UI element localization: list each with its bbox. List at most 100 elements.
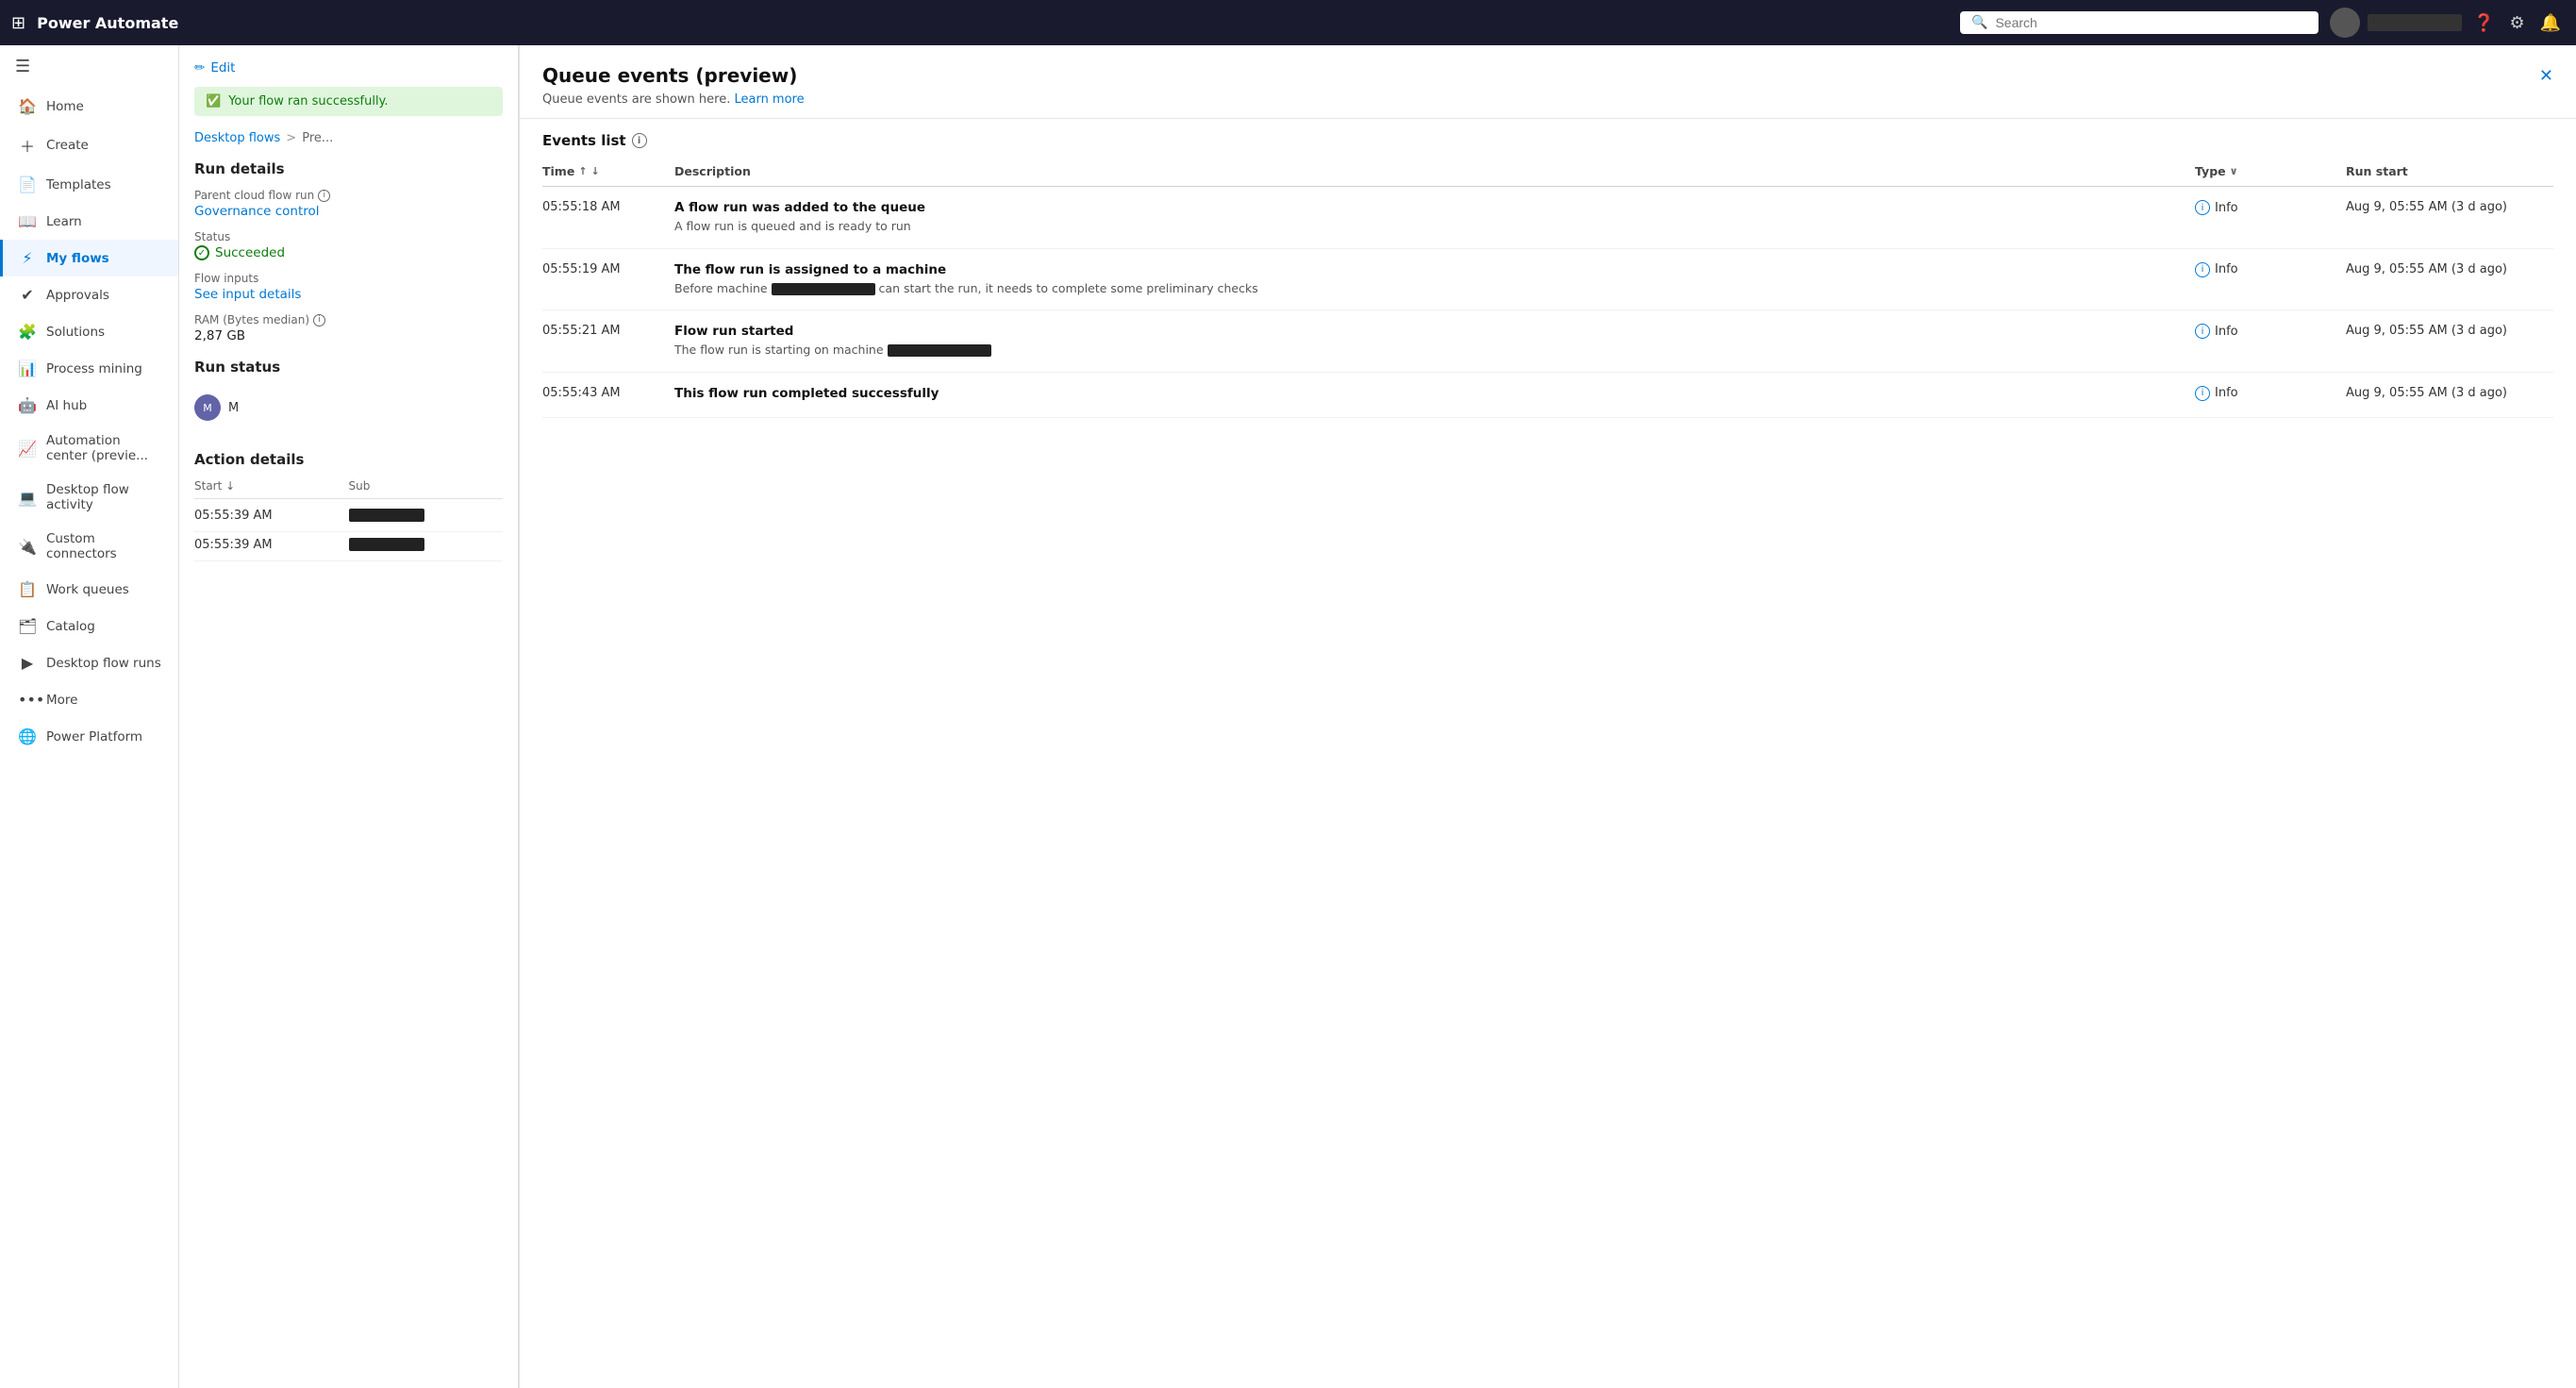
sidebar-item-desktop-flow-runs[interactable]: ▶ Desktop flow runs xyxy=(0,644,178,681)
sidebar-item-my-flows[interactable]: ⚡ My flows xyxy=(0,240,178,276)
event-3-type: i Info xyxy=(2195,324,2346,339)
queue-title: Queue events (preview) xyxy=(542,64,797,87)
success-banner: ✅ Your flow ran successfully. xyxy=(194,87,503,116)
app-brand: Power Automate xyxy=(37,14,178,32)
col-start[interactable]: Start ↓ xyxy=(194,479,349,493)
search-box[interactable]: 🔍 xyxy=(1960,11,2318,34)
sidebar-item-automation-center[interactable]: 📈 Automation center (previe... xyxy=(0,424,178,473)
sidebar-item-label: Templates xyxy=(46,177,111,192)
queue-title-row: Queue events (preview) ✕ xyxy=(542,64,2553,87)
event-3-runstart: Aug 9, 05:55 AM (3 d ago) xyxy=(2346,324,2553,338)
sidebar-item-learn[interactable]: 📖 Learn xyxy=(0,203,178,240)
breadcrumb-desktop-flows[interactable]: Desktop flows xyxy=(194,131,280,145)
grid-icon[interactable]: ⊞ xyxy=(11,13,25,33)
action-details-section: Action details Start ↓ Sub 05:55:39 AM 0… xyxy=(194,451,503,561)
sidebar-item-label: Power Platform xyxy=(46,729,142,744)
notification-icon[interactable]: 🔔 xyxy=(2536,9,2565,37)
avatar[interactable] xyxy=(2330,8,2360,38)
sidebar-item-label: Custom connectors xyxy=(46,531,163,561)
learn-more-link[interactable]: Learn more xyxy=(734,92,804,107)
action-table-header: Start ↓ Sub xyxy=(194,479,503,499)
search-input[interactable] xyxy=(1995,15,2307,30)
event-row-1: 05:55:18 AM A flow run was added to the … xyxy=(542,187,2553,249)
run-status-title: Run status xyxy=(194,359,503,376)
status-label: Status xyxy=(194,230,503,243)
row1-time: 05:55:39 AM xyxy=(194,509,349,526)
desktop-flow-runs-icon: ▶ xyxy=(18,654,37,672)
sidebar-item-templates[interactable]: 📄 Templates xyxy=(0,166,178,203)
col-type[interactable]: Type ∨ xyxy=(2195,164,2346,178)
sidebar-item-create[interactable]: ＋ Create xyxy=(0,125,178,166)
breadcrumb: Desktop flows > Pre... xyxy=(194,131,503,145)
redacted-machine-name-3 xyxy=(888,344,991,357)
sidebar-item-custom-connectors[interactable]: 🔌 Custom connectors xyxy=(0,522,178,571)
sidebar-item-work-queues[interactable]: 📋 Work queues xyxy=(0,571,178,608)
process-mining-icon: 📊 xyxy=(18,360,37,377)
status-value: ✓ Succeeded xyxy=(194,245,503,260)
desktop-flow-activity-icon: 💻 xyxy=(18,489,37,507)
event-row-3: 05:55:21 AM Flow run started The flow ru… xyxy=(542,310,2553,373)
see-input-details-link[interactable]: See input details xyxy=(194,287,301,302)
events-list-info-icon[interactable]: i xyxy=(632,133,647,148)
event-1-desc: A flow run was added to the queue A flow… xyxy=(674,200,2195,235)
time-sort-asc-icon: ↑ xyxy=(578,165,587,177)
close-button[interactable]: ✕ xyxy=(2539,66,2553,86)
edit-button[interactable]: ✏ Edit xyxy=(194,60,503,75)
sidebar-item-more[interactable]: ••• More xyxy=(0,681,178,718)
my-flows-icon: ⚡ xyxy=(18,249,37,267)
table-row: 05:55:39 AM xyxy=(194,503,503,532)
sidebar-item-label: AI hub xyxy=(46,398,87,413)
table-row: 05:55:39 AM xyxy=(194,532,503,561)
sidebar-item-approvals[interactable]: ✔ Approvals xyxy=(0,276,178,313)
col-description[interactable]: Description xyxy=(674,164,2195,178)
queue-header: Queue events (preview) ✕ Queue events ar… xyxy=(520,45,2576,119)
event-4-desc: This flow run completed successfully xyxy=(674,386,2195,404)
sidebar-item-label: Catalog xyxy=(46,619,95,634)
topbar-right: ❓ ⚙ 🔔 xyxy=(2330,8,2565,38)
event-1-desc-title: A flow run was added to the queue xyxy=(674,200,2195,215)
event-1-time: 05:55:18 AM xyxy=(542,200,674,214)
events-table: Time ↑ ↓ Description Type ∨ Run start xyxy=(520,159,2576,1388)
events-list-header: Events list i xyxy=(520,119,2576,159)
solutions-icon: 🧩 xyxy=(18,323,37,341)
queue-subtitle: Queue events are shown here. Learn more xyxy=(542,92,2553,107)
edit-icon: ✏ xyxy=(194,60,205,75)
event-4-time: 05:55:43 AM xyxy=(542,386,674,400)
event-3-time: 05:55:21 AM xyxy=(542,324,674,338)
sidebar-item-ai-hub[interactable]: 🤖 AI hub xyxy=(0,387,178,424)
sidebar-item-catalog[interactable]: 🗂 Catalog xyxy=(0,608,178,644)
sidebar-item-desktop-flow-activity[interactable]: 💻 Desktop flow activity xyxy=(0,473,178,522)
sidebar-item-home[interactable]: 🏠 Home xyxy=(0,88,178,125)
sidebar-item-label: Learn xyxy=(46,214,82,229)
power-platform-icon: 🌐 xyxy=(18,727,37,745)
action-details-title: Action details xyxy=(194,451,503,468)
queue-events-panel: Queue events (preview) ✕ Queue events ar… xyxy=(519,45,2576,1388)
hamburger-button[interactable]: ☰ xyxy=(0,45,178,88)
help-icon[interactable]: ❓ xyxy=(2469,9,2498,37)
run-details-panel: ✏ Edit ✅ Your flow ran successfully. Des… xyxy=(179,45,519,1388)
info-icon-small: i xyxy=(318,190,330,202)
sidebar-item-solutions[interactable]: 🧩 Solutions xyxy=(0,313,178,350)
type-info-icon: i xyxy=(2195,200,2210,215)
col-time[interactable]: Time ↑ ↓ xyxy=(542,164,674,178)
settings-icon[interactable]: ⚙ xyxy=(2505,9,2528,37)
sidebar-item-label: Desktop flow activity xyxy=(46,482,163,512)
event-2-time: 05:55:19 AM xyxy=(542,262,674,276)
event-4-runstart: Aug 9, 05:55 AM (3 d ago) xyxy=(2346,386,2553,400)
breadcrumb-current: Pre... xyxy=(302,131,333,145)
hamburger-icon: ☰ xyxy=(15,57,30,76)
event-1-desc-sub: A flow run is queued and is ready to run xyxy=(674,218,2195,235)
sidebar-item-label: Create xyxy=(46,138,89,153)
run-status-avatar: M xyxy=(194,394,221,421)
ai-hub-icon: 🤖 xyxy=(18,396,37,414)
col-sub: Sub xyxy=(349,479,504,493)
run-status-section: Run status M M xyxy=(194,359,503,428)
col-run-start[interactable]: Run start xyxy=(2346,164,2553,178)
sidebar-item-power-platform[interactable]: 🌐 Power Platform xyxy=(0,718,178,755)
breadcrumb-separator: > xyxy=(286,131,296,145)
sidebar-item-label: Work queues xyxy=(46,582,129,597)
parent-cloud-flow-row: Parent cloud flow run i Governance contr… xyxy=(194,189,503,219)
sidebar-item-process-mining[interactable]: 📊 Process mining xyxy=(0,350,178,387)
governance-control-link[interactable]: Governance control xyxy=(194,204,320,219)
sidebar-item-label: Home xyxy=(46,99,84,114)
